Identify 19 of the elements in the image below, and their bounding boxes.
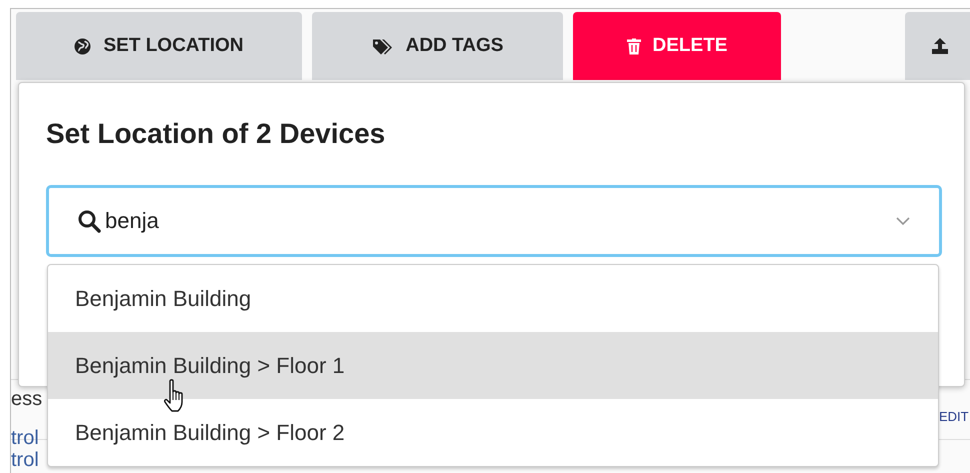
background-text: trol (11, 428, 39, 449)
tags-icon (372, 38, 394, 54)
search-text: benja (105, 208, 159, 234)
add-tags-button[interactable]: ADD TAGS (312, 12, 563, 80)
chevron-down-icon[interactable] (895, 216, 911, 226)
dialog-title: Set Location of 2 Devices (46, 117, 386, 151)
upload-icon (931, 37, 949, 55)
set-location-button[interactable]: SET LOCATION (16, 12, 302, 80)
search-field[interactable]: benja (46, 185, 942, 257)
upload-button[interactable] (905, 12, 970, 80)
background-text: EDIT (939, 408, 969, 426)
trash-icon (626, 38, 641, 54)
dropdown-option[interactable]: Benjamin Building > Floor 2 (48, 399, 938, 466)
dropdown-option[interactable]: Benjamin Building (48, 265, 938, 332)
delete-button[interactable]: DELETE (573, 12, 781, 80)
background-text: trol (11, 450, 39, 471)
search-icon (77, 209, 101, 233)
dropdown-option[interactable]: Benjamin Building > Floor 1 (48, 332, 938, 399)
background-text: ess (11, 389, 42, 410)
